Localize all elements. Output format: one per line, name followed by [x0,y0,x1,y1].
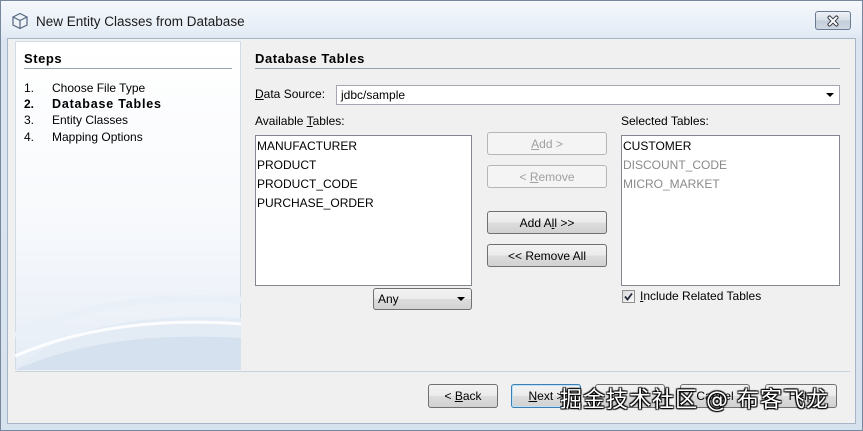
steps-panel: Steps 1. Choose File Type 2. Database Ta… [15,41,241,370]
include-related-tables-label[interactable]: Include Related Tables [640,288,761,304]
data-source-value: jdbc/sample [341,88,406,102]
table-filter-dropdown[interactable]: Any [373,288,472,310]
decorative-swoosh [15,295,241,370]
steps-divider [24,68,232,69]
step-item-database-tables: 2. Database Tables [24,96,236,112]
table-filter-value: Any [378,292,399,306]
database-tables-panel: Database Tables Data Source: jdbc/sample… [241,41,850,370]
cancel-button[interactable]: Cancel [680,384,750,408]
step-item-entity-classes: 3. Entity Classes [24,112,236,128]
available-tables-label: Available Tables: [255,114,345,128]
chevron-down-icon[interactable] [826,93,834,97]
selected-tables-list[interactable]: CUSTOMER DISCOUNT_CODE MICRO_MARKET [621,135,840,286]
list-item[interactable]: CUSTOMER [623,137,691,156]
step-number: 4. [24,130,35,144]
list-item[interactable]: PURCHASE_ORDER [257,194,374,213]
steps-heading: Steps [24,51,63,66]
next-button[interactable]: Next > [511,384,581,408]
list-item[interactable]: PRODUCT [257,156,316,175]
remove-all-button[interactable]: << Remove All [487,244,607,267]
step-label: Choose File Type [52,81,146,95]
data-source-dropdown[interactable]: jdbc/sample [336,85,840,105]
step-number: 1. [24,81,35,95]
data-source-label: Data Source: [255,87,326,101]
step-item-mapping-options: 4. Mapping Options [24,129,236,145]
step-number: 3. [24,113,35,127]
step-label: Mapping Options [52,130,143,144]
footer-separator [15,371,850,372]
step-label: Database Tables [52,97,162,111]
panel-heading: Database Tables [255,51,365,66]
step-number: 2. [24,97,35,111]
cube-icon [11,12,29,30]
available-tables-list[interactable]: MANUFACTURER PRODUCT PRODUCT_CODE PURCHA… [255,135,472,286]
help-button[interactable]: Help [765,384,837,408]
selected-tables-label: Selected Tables: [621,114,709,128]
add-all-button[interactable]: Add All >> [487,211,607,234]
add-button[interactable]: Add > [487,132,607,155]
list-item[interactable]: MICRO_MARKET [623,175,720,194]
title-bar[interactable]: New Entity Classes from Database [0,0,863,38]
dialog-content: Steps 1. Choose File Type 2. Database Ta… [7,38,856,424]
step-item-choose-file-type: 1. Choose File Type [24,80,236,96]
step-label: Entity Classes [52,113,129,127]
list-item[interactable]: DISCOUNT_CODE [623,156,727,175]
checkmark-icon [624,292,633,301]
window-title: New Entity Classes from Database [36,14,245,29]
close-icon [826,15,840,27]
include-related-tables-checkbox[interactable] [622,290,635,303]
panel-divider [255,68,840,69]
finish-button[interactable] [595,384,665,408]
list-item[interactable]: PRODUCT_CODE [257,175,358,194]
remove-button[interactable]: < Remove [487,165,607,188]
dialog-window: New Entity Classes from Database Steps 1… [0,0,863,431]
back-button[interactable]: < Back [428,384,498,408]
close-button[interactable] [815,11,851,30]
list-item[interactable]: MANUFACTURER [257,137,357,156]
chevron-down-icon[interactable] [457,297,465,301]
